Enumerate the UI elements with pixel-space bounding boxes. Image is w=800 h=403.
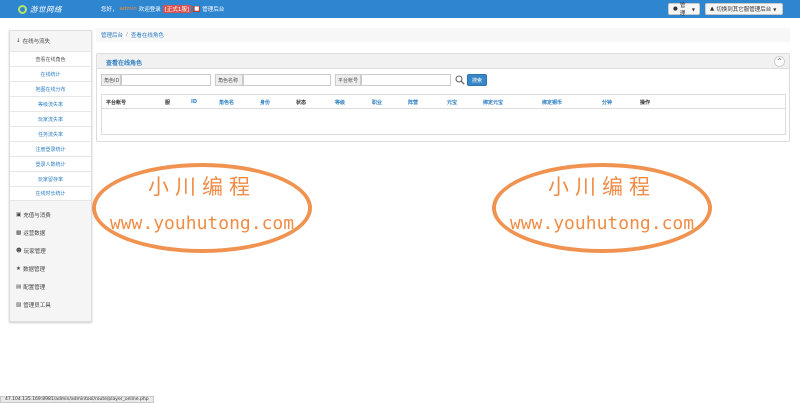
sidebar-section-label: 数据管理 bbox=[22, 267, 45, 273]
breadcrumb: 管理后台 / 查看在线角色 bbox=[96, 28, 790, 42]
column-header[interactable]: 分钟 bbox=[602, 99, 612, 106]
role-id-label: 角色ID bbox=[101, 74, 121, 86]
watermark-left: 小川编程 www.youhutong.com bbox=[92, 163, 312, 253]
search-form: 角色ID 角色名称 平台帐号 搜索 bbox=[101, 74, 787, 86]
sidebar-item-register-login[interactable]: 注册登录统计 bbox=[10, 141, 91, 156]
sidebar-item-map-distribution[interactable]: 地图在线分布 bbox=[10, 81, 91, 96]
collapse-button[interactable]: ^ bbox=[774, 56, 785, 67]
sidebar-item-level-churn[interactable]: 等级流失率 bbox=[10, 96, 91, 111]
welcome-message: 您好， admin 欢迎登录 [正式1服] ■ 管理后台 bbox=[101, 5, 224, 13]
column-header[interactable]: 绑定元宝 bbox=[483, 99, 503, 106]
lock-icon: ▨ bbox=[16, 302, 22, 308]
sidebar-section-label: 运营数据 bbox=[23, 231, 46, 237]
user-icon: ● bbox=[673, 6, 678, 12]
role-name-input[interactable] bbox=[243, 74, 331, 86]
column-header[interactable]: 身份 bbox=[260, 99, 270, 106]
sidebar-section-operation[interactable]: ▩ 运营数据 bbox=[10, 226, 91, 240]
sidebar-section-label: 配置管理 bbox=[23, 285, 46, 291]
logo-text: 游世网络 bbox=[30, 4, 62, 14]
greeting-mid: 欢迎登录 bbox=[138, 7, 161, 13]
list-icon: ▤ bbox=[16, 284, 22, 290]
sidebar-section-label: 充值与消费 bbox=[23, 213, 51, 219]
caret-down-icon: ▼ bbox=[773, 6, 777, 12]
logo-icon bbox=[18, 4, 27, 14]
switch-label: 切换到其它服管理后台 bbox=[716, 7, 772, 13]
watermark-chinese-text: 小川编程 bbox=[148, 175, 256, 199]
sidebar-section-players[interactable]: ☻ 玩家管理 bbox=[10, 244, 91, 258]
column-header[interactable]: 等级 bbox=[335, 99, 345, 106]
watermark-url-text: www.youhutong.com bbox=[509, 213, 695, 234]
person-icon: ☻ bbox=[16, 248, 22, 254]
column-header[interactable]: 元宝 bbox=[447, 99, 457, 106]
sidebar-item-online-roles[interactable]: 查看在线角色 bbox=[10, 51, 91, 66]
sidebar-section-admin-tools[interactable]: ▨ 管理员工具 bbox=[10, 298, 91, 312]
sidebar-item-task-churn[interactable]: 任务流失率 bbox=[10, 126, 91, 141]
column-header[interactable]: ID bbox=[191, 99, 197, 105]
watermark-url-text: www.youhutong.com bbox=[109, 213, 295, 234]
top-navbar: 游世网络 您好， admin 欢迎登录 [正式1服] ■ 管理后台 ● 管理 ▼… bbox=[0, 0, 800, 18]
column-header[interactable]: 角色名 bbox=[219, 99, 234, 106]
table-header: 平台帐号 服 ID 角色名 身份 状态 等级 职业 阵营 元宝 绑定元宝 绑定铜… bbox=[102, 95, 785, 109]
role-name-label: 角色名称 bbox=[215, 74, 243, 86]
username: admin bbox=[119, 6, 137, 12]
server-mark: ■ bbox=[193, 6, 201, 12]
star-icon: ★ bbox=[16, 266, 21, 272]
switch-server-button[interactable]: ▲ 切换到其它服管理后台 ▼ bbox=[705, 3, 783, 15]
column-header[interactable]: 职业 bbox=[372, 99, 382, 106]
sidebar-section-online[interactable]: ↓ 在线与流失 bbox=[10, 34, 91, 48]
sidebar-item-online-stats[interactable]: 在线统计 bbox=[10, 66, 91, 81]
column-header[interactable]: 阵营 bbox=[408, 99, 418, 106]
watermark-oval bbox=[92, 163, 312, 253]
sidebar-submenu: 查看在线角色 在线统计 地图在线分布 等级流失率 玩家流失率 任务流失率 注册登… bbox=[10, 51, 91, 201]
sidebar-section-label: 玩家管理 bbox=[23, 249, 46, 255]
sidebar-item-online-duration[interactable]: 在线时长统计 bbox=[10, 186, 91, 201]
arrow-down-icon: ↓ bbox=[16, 38, 21, 44]
column-header[interactable]: 绑定铜币 bbox=[542, 99, 562, 106]
watermark-right: 小川编程 www.youhutong.com bbox=[492, 163, 712, 253]
sidebar-item-player-churn[interactable]: 玩家流失率 bbox=[10, 111, 91, 126]
breadcrumb-current[interactable]: 查看在线角色 bbox=[131, 31, 164, 39]
sidebar-item-retention[interactable]: 玩家留存率 bbox=[10, 171, 91, 186]
platform-account-input[interactable] bbox=[361, 74, 451, 86]
server-tag: [正式1服] bbox=[162, 5, 192, 13]
sidebar-section-data[interactable]: ★ 数据管理 bbox=[10, 262, 91, 276]
watermark-chinese-text: 小川编程 bbox=[548, 175, 656, 199]
role-id-input[interactable] bbox=[121, 74, 211, 86]
sidebar-section-label: 在线与流失 bbox=[22, 39, 51, 45]
sidebar-section-config[interactable]: ▤ 配置管理 bbox=[10, 280, 91, 294]
sidebar-section-label: 管理员工具 bbox=[23, 303, 51, 309]
chart-icon: ▩ bbox=[16, 230, 22, 236]
online-roles-panel: 查看在线角色 ^ 角色ID 角色名称 平台帐号 搜索 平台帐号 服 ID 角色名… bbox=[96, 53, 790, 142]
breadcrumb-separator: / bbox=[126, 32, 128, 38]
watermark-oval bbox=[492, 163, 712, 253]
fire-icon: ▲ bbox=[710, 6, 715, 12]
column-header: 状态 bbox=[296, 100, 307, 106]
column-header: 操作 bbox=[640, 100, 651, 106]
breadcrumb-root[interactable]: 管理后台 bbox=[101, 31, 123, 39]
search-icon[interactable] bbox=[455, 75, 465, 85]
status-bar-url: 47.104.135.169:8981/admin/admintool/rout… bbox=[0, 396, 154, 403]
sidebar-section-recharge[interactable]: ▣ 充值与消费 bbox=[10, 208, 91, 222]
platform-account-label: 平台帐号 bbox=[335, 74, 361, 86]
caret-down-icon: ▼ bbox=[691, 6, 695, 12]
greeting-prefix: 您好， bbox=[101, 7, 118, 13]
sidebar: ↓ 在线与流失 查看在线角色 在线统计 地图在线分布 等级流失率 玩家流失率 任… bbox=[9, 30, 92, 322]
panel-header: 查看在线角色 ^ bbox=[97, 54, 789, 69]
sidebar-item-login-count[interactable]: 登录人数统计 bbox=[10, 156, 91, 171]
manage-label: 管理 bbox=[679, 3, 686, 17]
manage-dropdown-button[interactable]: ● 管理 ▼ bbox=[668, 3, 700, 17]
logo[interactable]: 游世网络 bbox=[18, 3, 62, 15]
greeting-suffix: 管理后台 bbox=[202, 7, 225, 13]
online-roles-table: 平台帐号 服 ID 角色名 身份 状态 等级 职业 阵营 元宝 绑定元宝 绑定铜… bbox=[101, 94, 786, 135]
search-button[interactable]: 搜索 bbox=[467, 74, 487, 86]
cart-icon: ▣ bbox=[16, 212, 22, 218]
panel-title: 查看在线角色 bbox=[106, 60, 143, 67]
column-header: 平台帐号 bbox=[106, 100, 127, 106]
column-header: 服 bbox=[165, 100, 171, 106]
